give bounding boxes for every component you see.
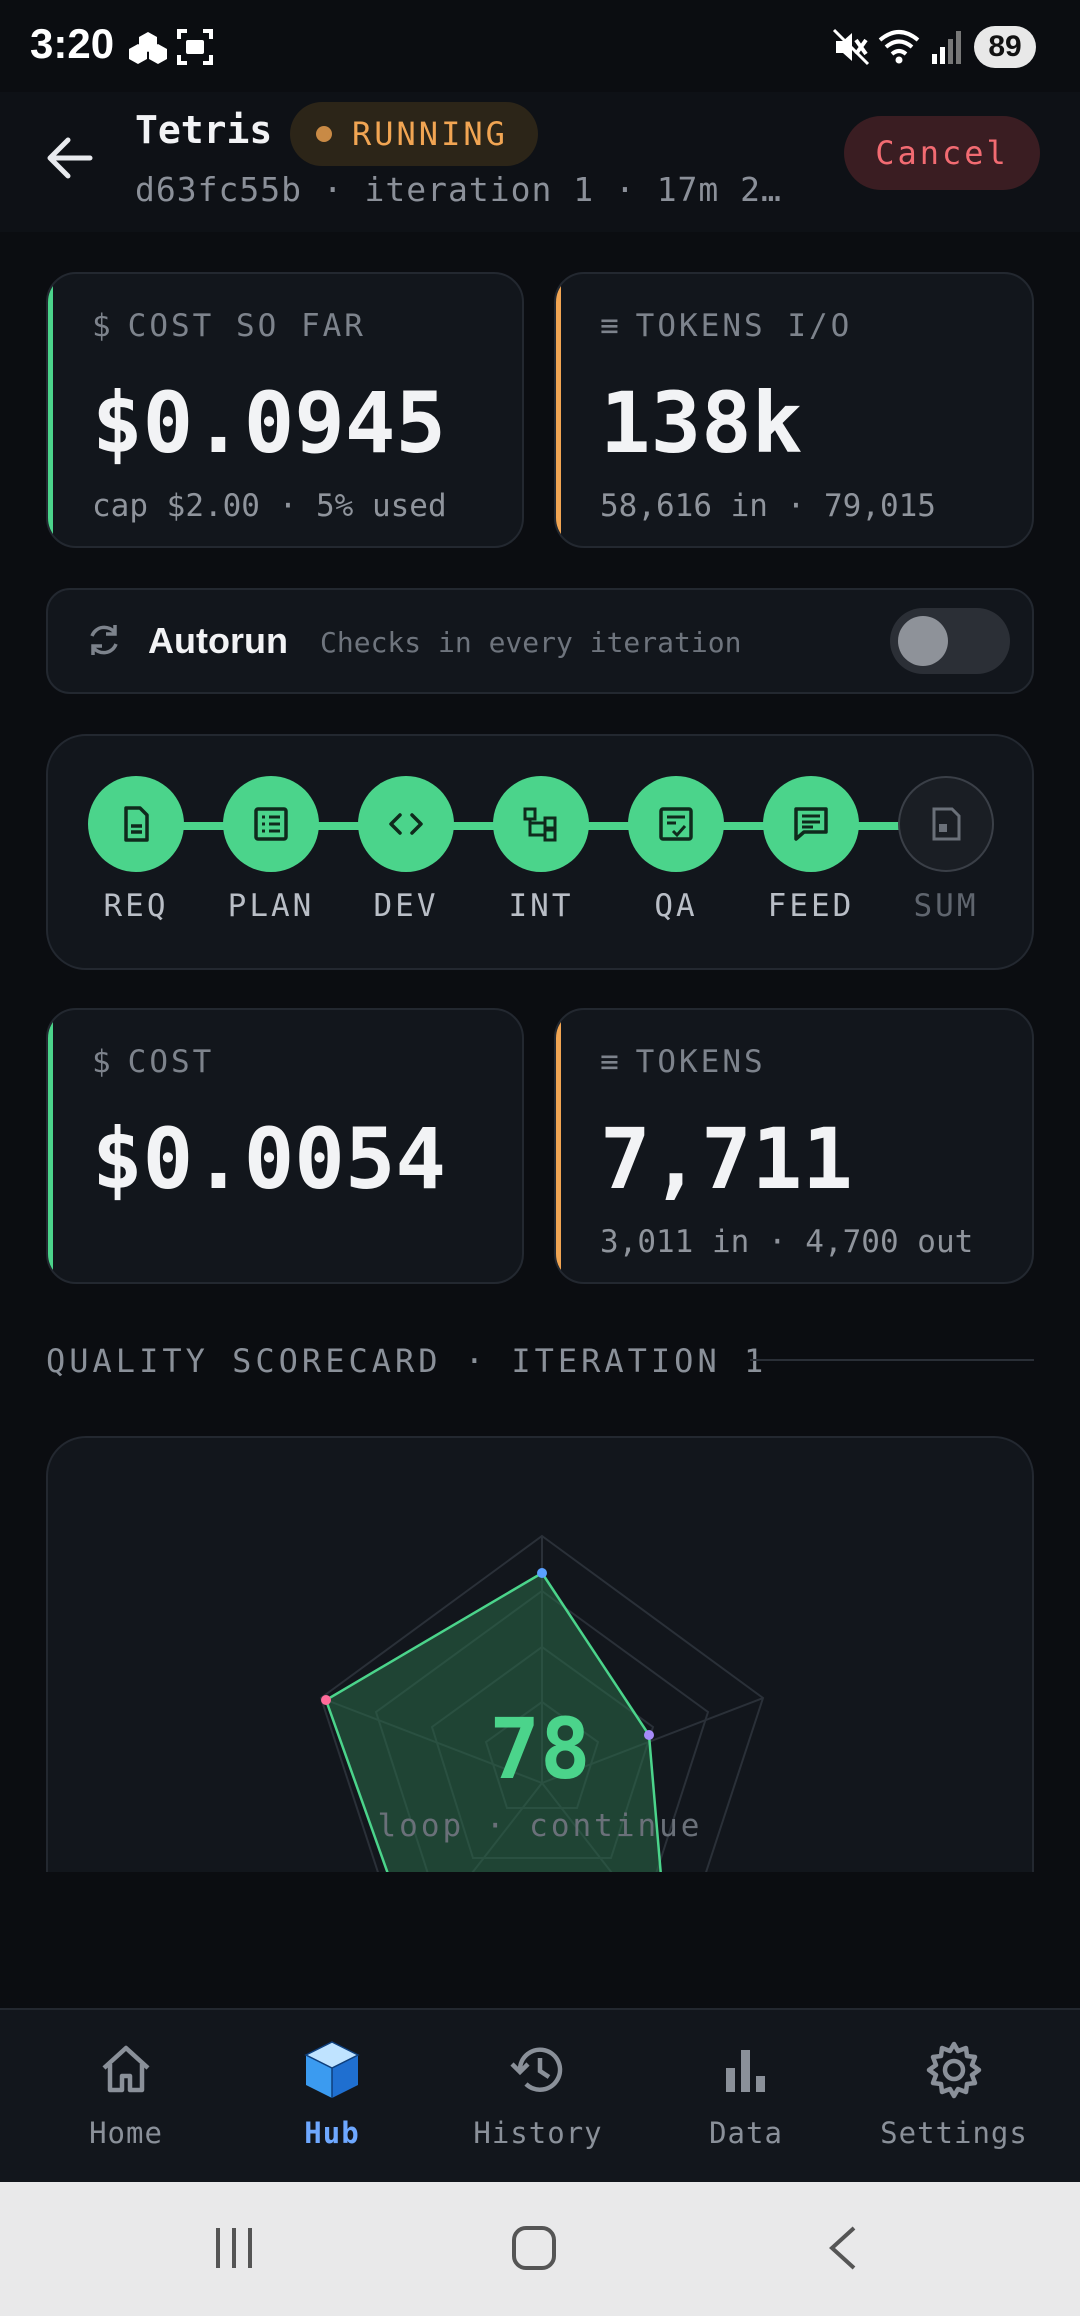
card-label: ≡ TOKENS xyxy=(600,1044,766,1080)
bottom-navigation: Home Hub History Data Settings xyxy=(0,2008,1080,2182)
nav-home[interactable]: Home xyxy=(26,2038,226,2150)
app-cluster-icon xyxy=(129,32,167,64)
back-button-icon[interactable] xyxy=(820,2224,868,2272)
screenshot-icon xyxy=(177,29,213,65)
cost-so-far-card: $ COST SO FAR $0.0945 cap $2.00 · 5% used xyxy=(46,272,524,548)
bar-chart-icon xyxy=(726,2050,765,2092)
signal-icon xyxy=(932,31,961,64)
card-accent-bar xyxy=(48,1010,53,1282)
back-arrow-icon[interactable] xyxy=(40,128,100,188)
checklist-icon xyxy=(628,776,724,872)
summary-icon xyxy=(898,776,994,872)
page-title: Tetris xyxy=(135,108,273,152)
loop-decision: loop · continue xyxy=(377,1808,703,1844)
stage-tokens-io-text: 3,011 in · 4,700 out xyxy=(600,1224,974,1260)
document-icon xyxy=(88,776,184,872)
tokens-io-text: 58,616 in · 79,015 xyxy=(600,488,936,524)
nav-label: History xyxy=(473,2116,603,2150)
tokens-value: 138k xyxy=(600,374,803,472)
status-badge-label: RUNNING xyxy=(352,115,508,153)
tokens-io-card: ≡ TOKENS I/O 138k 58,616 in · 79,015 xyxy=(554,272,1034,548)
stage-sum[interactable]: SUM xyxy=(898,776,994,924)
stage-cost-card: $ COST $0.0054 xyxy=(46,1008,524,1284)
wifi-icon xyxy=(878,30,920,64)
card-accent-bar xyxy=(48,274,53,546)
mute-icon xyxy=(832,28,870,66)
refresh-icon xyxy=(90,625,118,655)
card-label: $ COST SO FAR xyxy=(92,308,366,344)
status-dot-icon xyxy=(316,126,332,142)
lines-icon: ≡ xyxy=(600,308,622,344)
battery-indicator: 89 xyxy=(974,26,1036,68)
section-divider xyxy=(750,1359,1034,1361)
quality-score: 78 xyxy=(489,1700,591,1798)
cancel-button[interactable]: Cancel xyxy=(844,116,1040,190)
stage-label: SUM xyxy=(913,888,979,924)
system-navigation-bar xyxy=(0,2182,1080,2316)
home-icon xyxy=(102,2045,150,2093)
run-subtitle: d63fc55b · iteration 1 · 17m 2… xyxy=(135,170,782,209)
nav-label: Data xyxy=(709,2116,783,2150)
integration-icon xyxy=(493,776,589,872)
nav-history[interactable]: History xyxy=(438,2038,638,2150)
list-icon xyxy=(223,776,319,872)
autorun-toggle[interactable] xyxy=(890,608,1010,674)
chat-icon xyxy=(763,776,859,872)
lines-icon: ≡ xyxy=(600,1044,622,1080)
autorun-title: Autorun xyxy=(148,620,288,661)
stage-req[interactable]: REQ xyxy=(88,776,184,924)
nav-data[interactable]: Data xyxy=(646,2038,846,2150)
radar-point xyxy=(537,1568,547,1578)
stage-qa[interactable]: QA xyxy=(628,776,724,924)
code-icon xyxy=(358,776,454,872)
stage-feed[interactable]: FEED xyxy=(763,776,859,924)
nav-label: Hub xyxy=(304,2116,360,2150)
nav-label: Home xyxy=(89,2116,163,2150)
nav-hub[interactable]: Hub xyxy=(232,2038,432,2150)
run-header: Tetris RUNNING d63fc55b · iteration 1 · … xyxy=(0,92,1080,232)
stage-cost-value: $0.0054 xyxy=(92,1110,447,1208)
status-time: 3:20 xyxy=(30,20,115,67)
history-icon xyxy=(510,2047,563,2092)
card-label: ≡ TOKENS I/O xyxy=(600,308,853,344)
stage-plan[interactable]: PLAN xyxy=(223,776,319,924)
quality-scorecard-card: 78 loop · continue xyxy=(46,1436,1034,1872)
stage-int[interactable]: INT xyxy=(493,776,589,924)
status-bar: 3:20 89 xyxy=(0,0,1080,92)
dollar-icon: $ xyxy=(92,308,114,344)
cube-icon xyxy=(304,2041,360,2098)
status-badge: RUNNING xyxy=(290,102,538,166)
scorecard-section-title: QUALITY SCORECARD · ITERATION 1 xyxy=(46,1342,768,1380)
stage-dev[interactable]: DEV xyxy=(358,776,454,924)
nav-label: Settings xyxy=(880,2116,1028,2150)
card-accent-bar xyxy=(556,274,561,546)
card-label: $ COST xyxy=(92,1044,215,1080)
home-button-icon[interactable] xyxy=(510,2224,558,2272)
toggle-knob xyxy=(898,616,948,666)
radar-chart xyxy=(319,1534,765,1872)
nav-settings[interactable]: Settings xyxy=(854,2038,1054,2150)
stage-tokens-card: ≡ TOKENS 7,711 3,011 in · 4,700 out xyxy=(554,1008,1034,1284)
autorun-row: Autorun Checks in every iteration xyxy=(46,588,1034,694)
cost-cap-text: cap $2.00 · 5% used xyxy=(92,488,447,524)
cost-value: $0.0945 xyxy=(92,374,447,472)
dollar-icon: $ xyxy=(92,1044,114,1080)
pipeline-stages: REQ PLAN DEV INT QA FEED SUM xyxy=(46,734,1034,970)
recent-apps-icon[interactable] xyxy=(210,2224,258,2272)
stage-tokens-value: 7,711 xyxy=(600,1110,853,1208)
card-accent-bar xyxy=(556,1010,561,1282)
gear-icon xyxy=(926,2041,982,2099)
autorun-description: Checks in every iteration xyxy=(320,626,742,659)
